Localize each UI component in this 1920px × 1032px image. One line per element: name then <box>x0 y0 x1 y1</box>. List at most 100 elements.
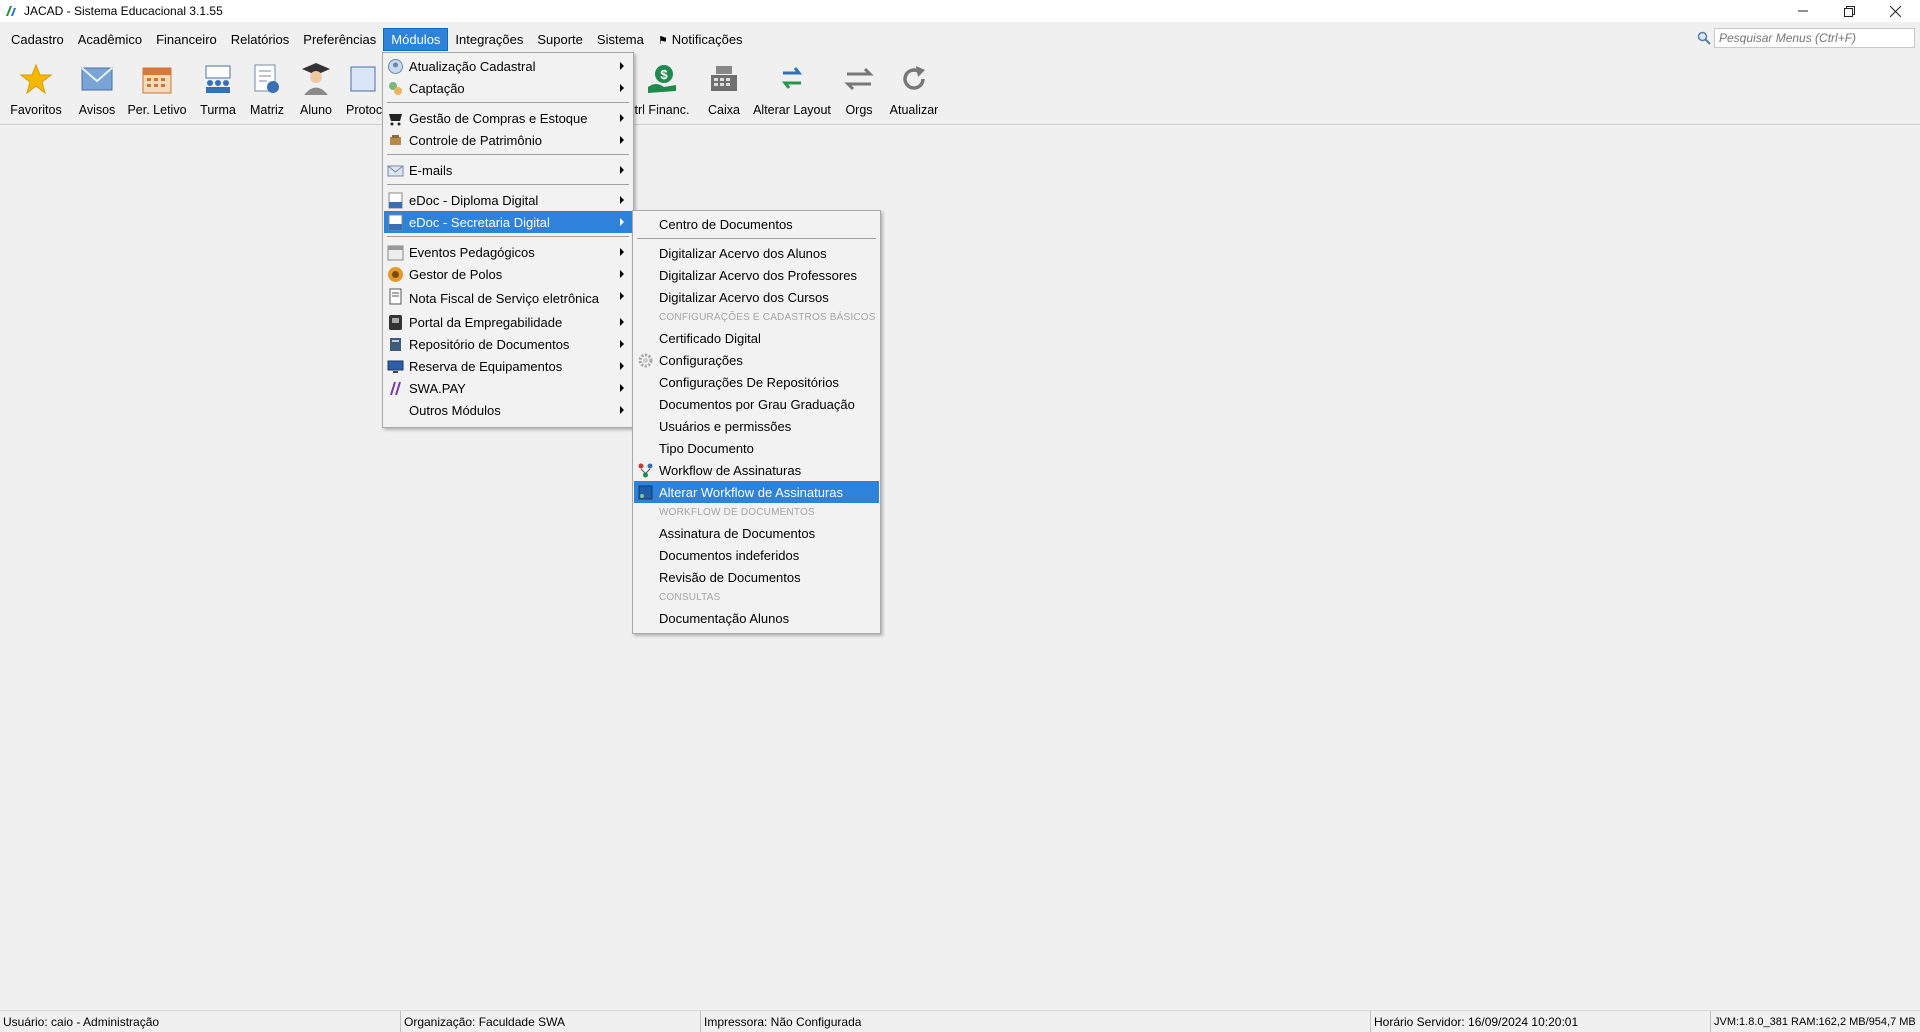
toolbar-favoritos-button[interactable]: Favoritos <box>8 57 64 119</box>
menu-item-repositorio-documentos[interactable]: Repositório de Documentos <box>384 333 632 355</box>
menu-item-swa-pay[interactable]: SWA.PAY <box>384 377 632 399</box>
status-organization: Organização: Faculdade SWA <box>400 1011 700 1032</box>
menu-preferencias[interactable]: Preferências <box>296 29 383 50</box>
toolbar-alterar-layout-button[interactable]: Alterar Layout <box>752 57 832 119</box>
submenu-item-revisao-documentos[interactable]: Revisão de Documentos <box>634 566 879 588</box>
menu-separator <box>637 238 876 239</box>
workflow-icon <box>638 463 653 478</box>
menu-item-reserva-equipamentos[interactable]: Reserva de Equipamentos <box>384 355 632 377</box>
menu-financeiro[interactable]: Financeiro <box>149 29 224 50</box>
menu-academico[interactable]: Acadêmico <box>71 29 149 50</box>
search-menus-input[interactable] <box>1714 28 1915 48</box>
menu-item-portal-empregabilidade[interactable]: Portal da Empregabilidade <box>384 311 632 333</box>
menu-modulos[interactable]: Módulos <box>383 27 449 51</box>
toolbar-label: Favoritos <box>10 103 62 117</box>
menu-item-eventos-pedagogicos[interactable]: Eventos Pedagógicos <box>384 241 632 263</box>
submenu-item-configuracoes-repositorios[interactable]: Configurações De Repositórios <box>634 371 879 393</box>
menu-item-outros-modulos[interactable]: Outros Módulos <box>384 399 632 421</box>
email-icon <box>387 165 404 177</box>
submenu-item-alterar-workflow[interactable]: Alterar Workflow de Assinaturas <box>634 481 879 503</box>
status-jvm: JVM:1.8.0_381 RAM:162,2 MB/954,7 MB <box>1710 1011 1920 1032</box>
envelope-icon <box>81 67 113 91</box>
status-printer: Impressora: Não Configurada <box>700 1011 1370 1032</box>
modulos-dropdown-menu: Atualização Cadastral Captação Gestão de… <box>382 52 634 428</box>
submenu-item-documentacao-alunos[interactable]: Documentação Alunos <box>634 607 879 629</box>
menu-relatorios[interactable]: Relatórios <box>224 29 297 50</box>
menu-item-atualizacao-cadastral[interactable]: Atualização Cadastral <box>384 55 632 77</box>
submenu-item-digitalizar-alunos[interactable]: Digitalizar Acervo dos Alunos <box>634 242 879 264</box>
workflow-edit-icon <box>638 485 653 500</box>
toolbar-label: Per. Letivo <box>127 103 187 117</box>
restore-icon[interactable] <box>1826 0 1872 22</box>
submenu-item-digitalizar-cursos[interactable]: Digitalizar Acervo dos Cursos <box>634 286 879 308</box>
submenu-item-tipo-documento[interactable]: Tipo Documento <box>634 437 879 459</box>
toolbar-per-letivo-button[interactable]: Per. Letivo <box>126 57 188 119</box>
submenu-item-usuarios-permissoes[interactable]: Usuários e permissões <box>634 415 879 437</box>
toolbar-label: Protoc <box>346 103 383 117</box>
toolbar-caixa-button[interactable]: Caixa <box>702 57 746 119</box>
submenu-item-centro-documentos[interactable]: Centro de Documentos <box>634 213 879 235</box>
status-bar: Usuário: caio - Administração Organizaçã… <box>0 1010 1920 1032</box>
submenu-item-documentos-indeferidos[interactable]: Documentos indeferidos <box>634 544 879 566</box>
protocol-icon <box>350 66 376 92</box>
submenu-item-configuracoes[interactable]: Configurações <box>634 349 879 371</box>
star-icon <box>20 63 52 95</box>
menu-item-gestao-compras[interactable]: Gestão de Compras e Estoque <box>384 107 632 129</box>
menu-item-captacao[interactable]: Captação <box>384 77 632 99</box>
menu-item-gestor-polos[interactable]: Gestor de Polos <box>384 263 632 285</box>
submenu-item-digitalizar-professores[interactable]: Digitalizar Acervo dos Professores <box>634 264 879 286</box>
menu-bar: Cadastro Acadêmico Financeiro Relatórios… <box>0 27 1920 51</box>
asset-icon <box>390 135 401 145</box>
submenu-item-assinatura-documentos[interactable]: Assinatura de Documentos <box>634 522 879 544</box>
money-hand-icon: $ <box>648 65 676 93</box>
menu-integracoes[interactable]: Integrações <box>448 29 530 50</box>
submenu-item-workflow-assinaturas[interactable]: Workflow de Assinaturas <box>634 459 879 481</box>
svg-text:$: $ <box>660 67 668 82</box>
toolbar-label: Atualizar <box>889 103 939 117</box>
submenu-arrow-icon <box>620 362 624 370</box>
menu-item-controle-patrimonio[interactable]: Controle de Patrimônio <box>384 129 632 151</box>
toolbar-atualizar-button[interactable]: Atualizar <box>888 57 940 119</box>
menu-notificacoes[interactable]: ⚑ Notificações <box>651 29 750 50</box>
title-bar: JACAD - Sistema Educacional 3.1.55 <box>0 0 1920 22</box>
calendar-icon <box>142 67 172 94</box>
menu-item-edoc-secretaria-digital[interactable]: eDoc - Secretaria Digital <box>384 211 632 233</box>
submenu-arrow-icon <box>620 248 624 256</box>
close-icon[interactable] <box>1872 0 1918 22</box>
section-header-workflow: WORKFLOW DE DOCUMENTOS <box>659 507 815 518</box>
toolbar-label: Avisos <box>78 103 116 117</box>
submenu-item-certificado-digital[interactable]: Certificado Digital <box>634 327 879 349</box>
submenu-arrow-icon <box>620 196 624 204</box>
class-group-icon <box>205 65 231 93</box>
status-server-time: Horário Servidor: 16/09/2024 10:20:01 <box>1370 1011 1710 1032</box>
calendar-events-icon <box>387 245 404 261</box>
submenu-item-documentos-grau[interactable]: Documentos por Grau Graduação <box>634 393 879 415</box>
swap-layout-icon <box>781 67 803 89</box>
section-header-configuracoes: CONFIGURAÇÕES E CADASTROS BÁSICOS <box>659 312 876 323</box>
graduate-student-icon <box>302 63 330 95</box>
toolbar-matriz-button[interactable]: Matriz <box>246 57 288 119</box>
submenu-arrow-icon <box>620 270 624 278</box>
swapay-icon <box>390 381 401 396</box>
toolbar-orgs-button[interactable]: Orgs <box>838 57 880 119</box>
minimize-icon[interactable] <box>1780 0 1826 22</box>
toolbar-avisos-button[interactable]: Avisos <box>72 57 122 119</box>
submenu-arrow-icon <box>620 166 624 174</box>
toolbar-protocolo-button[interactable]: Protoc <box>346 57 386 119</box>
menu-item-emails[interactable]: E-mails <box>384 159 632 181</box>
submenu-arrow-icon <box>620 406 624 414</box>
toolbar-ctrl-financ-button[interactable]: $ trl Financ. <box>634 57 690 119</box>
toolbar-turma-button[interactable]: Turma <box>196 57 240 119</box>
submenu-arrow-icon <box>620 218 624 226</box>
monitor-icon <box>387 360 404 373</box>
toolbar-label: Matriz <box>249 103 285 117</box>
search-icon <box>1697 31 1711 45</box>
menu-sistema[interactable]: Sistema <box>590 29 651 50</box>
menu-separator <box>387 236 629 237</box>
menu-item-nota-fiscal[interactable]: Nota Fiscal de Serviço eletrônica <box>384 285 632 311</box>
menu-cadastro[interactable]: Cadastro <box>4 29 71 50</box>
menu-item-edoc-diploma-digital[interactable]: eDoc - Diploma Digital <box>384 189 632 211</box>
toolbar-aluno-button[interactable]: Aluno <box>295 57 337 119</box>
toolbar-label: trl Financ. <box>634 103 690 117</box>
menu-suporte[interactable]: Suporte <box>530 29 590 50</box>
